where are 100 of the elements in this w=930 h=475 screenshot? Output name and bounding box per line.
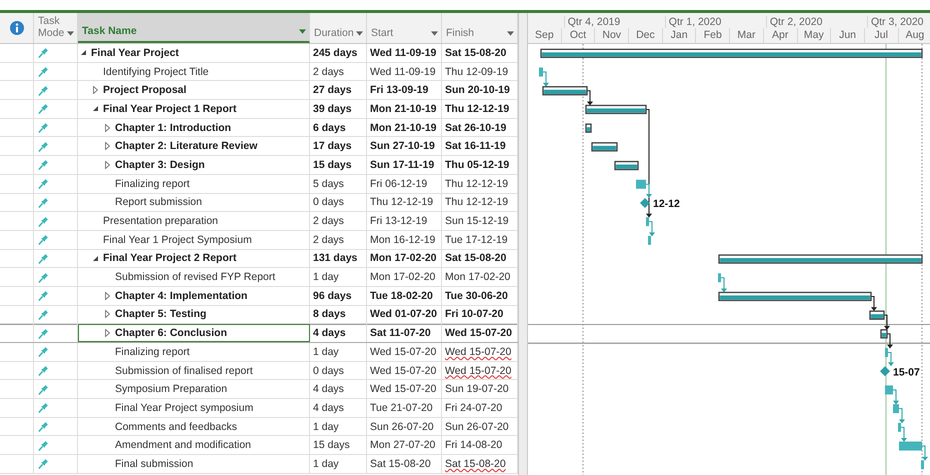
quarter-label: Qtr 1, 2020 <box>668 16 722 28</box>
column-header[interactable]: Start <box>367 13 442 43</box>
dropdown-icon[interactable] <box>67 31 74 36</box>
expand-icon[interactable] <box>105 292 110 300</box>
summary-bar[interactable] <box>718 254 923 264</box>
summary-bar[interactable] <box>869 310 885 320</box>
start-date-cell: Wed 01-07-20 <box>370 308 437 320</box>
task-bar[interactable] <box>885 348 888 358</box>
dropdown-icon[interactable] <box>356 31 363 36</box>
dependency-arrow <box>922 446 928 461</box>
task-bar[interactable] <box>899 442 922 451</box>
pin-icon <box>38 365 49 376</box>
pin-icon <box>38 402 49 414</box>
milestone-label: 15-07 <box>893 366 920 378</box>
start-date-cell: Wed 11-09-19 <box>370 66 436 78</box>
pin-icon <box>38 272 49 283</box>
duration-cell: 245 days <box>313 46 358 59</box>
duration-cell: 1 day <box>313 271 339 284</box>
task-name: Amendment and modification <box>115 439 251 452</box>
pin-icon <box>38 234 49 246</box>
collapse-icon[interactable] <box>81 50 86 56</box>
expand-icon[interactable] <box>105 142 110 150</box>
column-header[interactable]: Duration <box>310 13 367 43</box>
pin-icon <box>38 346 49 358</box>
start-date-cell: Fri 13-12-19 <box>370 215 428 228</box>
finish-date-cell: Thu 12-12-19 <box>445 178 508 190</box>
task-name: Final Year 1 Project Symposium <box>103 234 252 246</box>
duration-cell: 39 days <box>313 102 352 115</box>
task-name: Chapter 6: Conclusion <box>115 327 228 340</box>
collapse-icon[interactable] <box>93 106 98 112</box>
pin-icon <box>38 421 49 432</box>
duration-cell: 15 days <box>313 158 352 171</box>
expand-icon[interactable] <box>105 160 110 169</box>
start-date-cell: Sun 26-07-20 <box>370 420 434 433</box>
expand-icon[interactable] <box>105 124 110 132</box>
finish-date-cell: Thu 12-12-19 <box>445 102 510 115</box>
pin-icon <box>38 252 49 264</box>
finish-date-cell: Wed 15-07-20 <box>445 327 512 340</box>
summary-bar[interactable] <box>540 48 923 58</box>
dropdown-icon[interactable] <box>431 31 438 36</box>
collapse-icon[interactable] <box>93 256 98 261</box>
start-date-cell: Sat 11-07-20 <box>370 327 431 340</box>
dependency-arrow <box>648 221 655 236</box>
finish-date-cell: Sat 15-08-20 <box>445 46 506 59</box>
finish-date-cell: Fri 10-07-20 <box>445 308 504 320</box>
finish-date-cell: Fri 24-07-20 <box>445 402 502 414</box>
pin-icon <box>38 384 49 395</box>
task-bar[interactable] <box>539 68 543 77</box>
task-name: Comments and feedbacks <box>115 420 237 433</box>
dependency-arrow <box>884 314 890 330</box>
info-icon <box>10 21 24 35</box>
finish-date-cell: Sat 16-11-19 <box>445 140 506 152</box>
duration-cell: 2 days <box>313 66 344 78</box>
task-name: Final submission <box>115 458 194 470</box>
pin-icon <box>38 290 49 302</box>
dropdown-icon[interactable] <box>299 29 306 34</box>
milestone-marker[interactable] <box>880 366 890 376</box>
finish-date-cell: Fri 14-08-20 <box>445 439 502 452</box>
start-date-cell: Mon 21-10-19 <box>370 122 437 134</box>
start-date-cell: Sat 15-08-20 <box>370 458 431 470</box>
summary-bar[interactable] <box>585 124 592 133</box>
summary-bar[interactable] <box>591 142 618 152</box>
expand-icon[interactable] <box>105 310 110 318</box>
pin-icon <box>38 84 49 96</box>
start-date-cell: Wed 11-09-19 <box>370 46 436 59</box>
start-date-cell: Thu 12-12-19 <box>370 196 434 208</box>
milestone-marker[interactable] <box>640 198 650 208</box>
duration-cell: 96 days <box>313 290 352 302</box>
summary-bar[interactable] <box>585 104 647 114</box>
pin-icon <box>38 216 49 227</box>
month-label: Jun <box>839 29 856 41</box>
pin-icon <box>38 458 49 470</box>
dependency-arrow <box>586 90 593 106</box>
month-label: Nov <box>602 29 622 41</box>
dependency-arrow <box>720 277 727 292</box>
start-date-cell: Wed 15-07-20 <box>370 364 436 377</box>
duration-cell: 1 day <box>313 346 339 358</box>
summary-bar[interactable] <box>718 292 872 302</box>
summary-bar[interactable] <box>880 329 888 338</box>
task-name: Chapter 3: Design <box>115 158 205 171</box>
summary-bar[interactable] <box>542 86 588 96</box>
task-name: Finalizing report <box>115 178 190 190</box>
dropdown-icon[interactable] <box>507 31 514 36</box>
month-label: May <box>804 29 824 41</box>
quarter-label: Qtr 2, 2020 <box>770 16 822 28</box>
task-name: Final Year Project <box>91 46 179 59</box>
task-name: Finalizing report <box>115 346 190 358</box>
expand-icon[interactable] <box>93 86 98 94</box>
pin-icon <box>38 66 49 78</box>
task-bar[interactable] <box>885 385 893 394</box>
pin-icon <box>38 196 49 208</box>
pin-icon <box>38 328 49 339</box>
start-date-cell: Sun 27-10-19 <box>370 140 435 152</box>
expand-icon[interactable] <box>105 329 110 338</box>
task-name: Submission of revised FYP Report <box>115 271 276 284</box>
duration-cell: 5 days <box>313 178 344 190</box>
task-name: Chapter 1: Introduction <box>115 122 232 134</box>
column-header[interactable]: Task Name <box>78 13 310 43</box>
pin-icon <box>38 308 49 320</box>
summary-bar[interactable] <box>614 160 639 170</box>
